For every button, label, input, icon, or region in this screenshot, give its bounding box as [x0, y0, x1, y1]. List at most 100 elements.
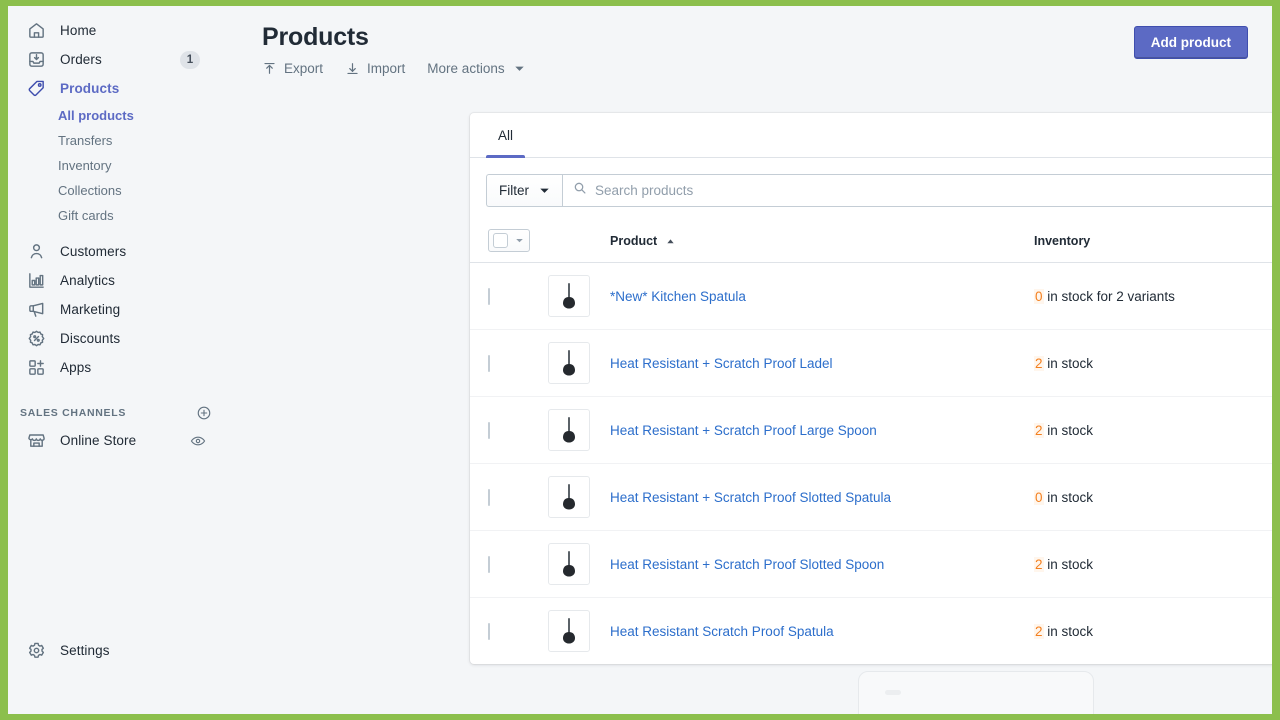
product-column-label: Product [610, 234, 657, 248]
row-checkbox[interactable] [488, 422, 490, 439]
sidebar-item-apps[interactable]: Apps [14, 353, 224, 382]
product-column-header[interactable]: Product [610, 223, 1034, 263]
row-product-cell: *New* Kitchen Spatula [610, 263, 1034, 330]
orders-count-badge: 1 [180, 51, 200, 69]
sidebar-sub-label: Gift cards [58, 208, 114, 223]
table-header-row: Product Inventory Type Vendor [470, 223, 1272, 263]
eye-view-icon[interactable] [190, 433, 206, 449]
inventory-count: 0 [1034, 490, 1044, 505]
sidebar-label: Discounts [60, 331, 120, 346]
products-table: Product Inventory Type Vendor *New* Kitc… [470, 223, 1272, 664]
row-image-cell [548, 330, 610, 397]
table-row[interactable]: Heat Resistant + Scratch Proof Large Spo… [470, 397, 1272, 464]
page-title: Products [262, 22, 1134, 52]
import-label: Import [367, 61, 405, 76]
apps-grid-plus-icon [26, 358, 46, 378]
row-inventory-cell: 2 in stock [1034, 531, 1272, 598]
spatula-thumbnail-icon [548, 275, 590, 317]
row-product-cell: Heat Resistant Scratch Proof Spatula [610, 598, 1034, 665]
table-row[interactable]: *New* Kitchen Spatula 0 in stock for 2 va… [470, 263, 1272, 330]
more-actions-button[interactable]: More actions [427, 61, 524, 76]
product-link[interactable]: Heat Resistant Scratch Proof Spatula [610, 624, 834, 639]
orders-inbox-icon [26, 50, 46, 70]
table-row[interactable]: Heat Resistant + Scratch Proof Ladel2 in… [470, 330, 1272, 397]
product-link[interactable]: *New* Kitchen Spatula [610, 289, 746, 304]
sidebar-sub-label: Transfers [58, 133, 112, 148]
select-all-checkbox[interactable] [493, 233, 508, 248]
product-link[interactable]: Heat Resistant + Scratch Proof Large Spo… [610, 423, 877, 438]
spatula-thumbnail-icon [548, 409, 590, 451]
sidebar-item-settings[interactable]: Settings [8, 636, 230, 665]
sidebar-item-transfers[interactable]: Transfers [14, 128, 224, 153]
row-image-cell [548, 263, 610, 330]
inventory-text: in stock [1044, 490, 1094, 505]
filter-button[interactable]: Filter [486, 174, 562, 207]
inventory-text: in stock [1044, 557, 1094, 572]
product-tag-icon [26, 79, 46, 99]
row-checkbox[interactable] [488, 288, 490, 305]
search-field[interactable] [562, 174, 1272, 207]
spatula-thumbnail-icon [548, 342, 590, 384]
sidebar-item-marketing[interactable]: Marketing [14, 295, 224, 324]
row-checkbox[interactable] [488, 623, 490, 640]
export-button[interactable]: Export [262, 61, 323, 76]
partial-card-below [858, 671, 1094, 714]
inventory-count: 0 [1034, 289, 1044, 304]
discount-percent-badge-icon [26, 329, 46, 349]
tab-bar: All [470, 113, 1272, 158]
filter-label: Filter [499, 183, 529, 198]
inventory-column-header: Inventory [1034, 223, 1272, 263]
customer-person-icon [26, 242, 46, 262]
settings-row[interactable]: Settings [14, 636, 224, 665]
tab-label: All [498, 128, 513, 143]
search-input[interactable] [595, 183, 1272, 198]
row-inventory-cell: 2 in stock [1034, 397, 1272, 464]
chevron-down-icon [539, 185, 550, 196]
plus-circle-icon[interactable] [196, 405, 212, 421]
settings-label: Settings [60, 643, 110, 658]
inventory-count: 2 [1034, 423, 1044, 438]
row-product-cell: Heat Resistant + Scratch Proof Slotted S… [610, 531, 1034, 598]
sales-channels-title: SALES CHANNELS [20, 407, 126, 419]
sidebar-item-collections[interactable]: Collections [14, 178, 224, 203]
products-card: All Filter [470, 113, 1272, 664]
row-checkbox[interactable] [488, 355, 490, 372]
sidebar-item-all-products[interactable]: All products [14, 103, 224, 128]
product-link[interactable]: Heat Resistant + Scratch Proof Ladel [610, 356, 833, 371]
spatula-thumbnail-icon [548, 610, 590, 652]
chevron-down-icon [515, 236, 524, 245]
product-link[interactable]: Heat Resistant + Scratch Proof Slotted S… [610, 557, 884, 572]
sidebar-item-analytics[interactable]: Analytics [14, 266, 224, 295]
select-all-dropdown[interactable] [488, 229, 530, 252]
inventory-count: 2 [1034, 557, 1044, 572]
row-inventory-cell: 0 in stock for 2 variants [1034, 263, 1272, 330]
product-link[interactable]: Heat Resistant + Scratch Proof Slotted S… [610, 490, 891, 505]
row-checkbox[interactable] [488, 556, 490, 573]
sidebar-item-online-store[interactable]: Online Store [14, 426, 224, 455]
row-checkbox[interactable] [488, 489, 490, 506]
sidebar-label: Analytics [60, 273, 115, 288]
sidebar-item-customers[interactable]: Customers [14, 237, 224, 266]
table-row[interactable]: Heat Resistant + Scratch Proof Slotted S… [470, 531, 1272, 598]
admin-window: Home Orders 1 Products A [8, 6, 1272, 714]
row-product-cell: Heat Resistant + Scratch Proof Slotted S… [610, 464, 1034, 531]
import-button[interactable]: Import [345, 61, 405, 76]
table-row[interactable]: Heat Resistant + Scratch Proof Slotted S… [470, 464, 1272, 531]
page-header: Products Export [230, 6, 1272, 76]
sidebar-item-discounts[interactable]: Discounts [14, 324, 224, 353]
row-product-cell: Heat Resistant + Scratch Proof Ladel [610, 330, 1034, 397]
analytics-bar-chart-icon [26, 271, 46, 291]
sidebar-item-gift-cards[interactable]: Gift cards [14, 203, 224, 228]
sidebar-label: Home [60, 23, 96, 38]
sidebar-item-inventory[interactable]: Inventory [14, 153, 224, 178]
table-row[interactable]: Heat Resistant Scratch Proof Spatula2 in… [470, 598, 1272, 665]
sidebar-item-orders[interactable]: Orders 1 [14, 45, 224, 74]
marketing-megaphone-icon [26, 300, 46, 320]
row-select-cell [470, 330, 548, 397]
add-product-button[interactable]: Add product [1134, 26, 1248, 59]
filter-row: Filter [470, 158, 1272, 223]
sidebar-item-products[interactable]: Products [14, 74, 224, 103]
sidebar-label: Apps [60, 360, 91, 375]
tab-all[interactable]: All [486, 113, 525, 157]
sidebar-item-home[interactable]: Home [14, 16, 224, 45]
